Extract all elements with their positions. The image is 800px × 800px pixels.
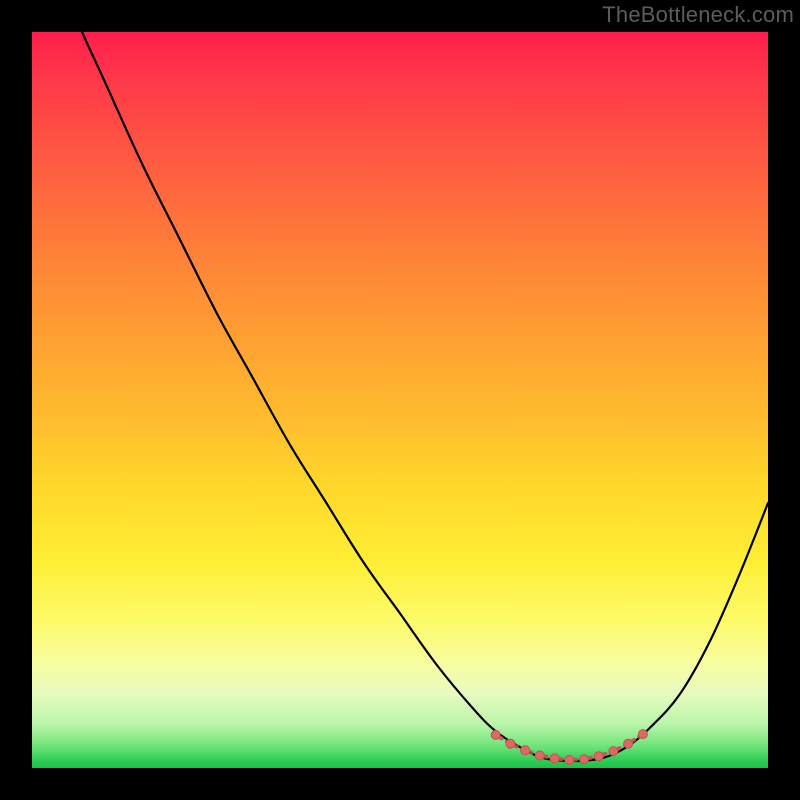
chart-frame: TheBottleneck.com: [0, 0, 800, 800]
watermark-text: TheBottleneck.com: [602, 2, 794, 28]
optimal-range-markers: [32, 32, 768, 768]
plot-area: [32, 32, 768, 768]
